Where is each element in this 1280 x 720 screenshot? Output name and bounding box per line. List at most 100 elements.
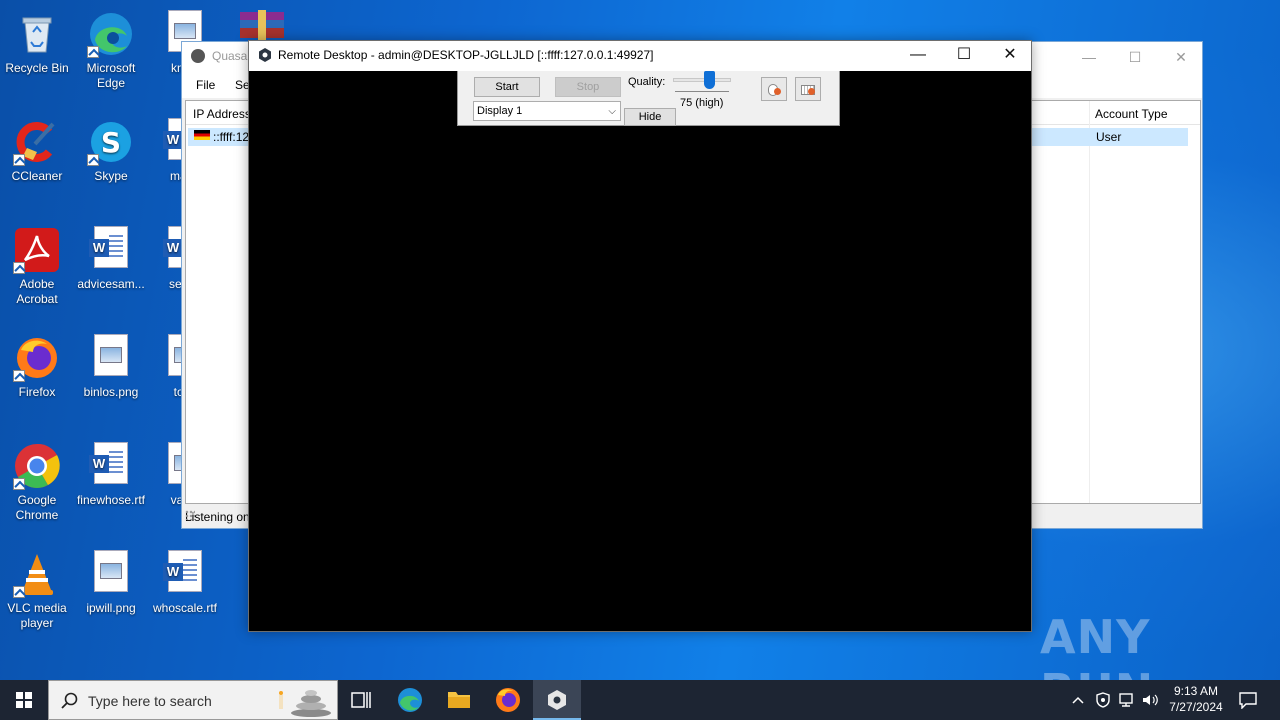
- taskbar-file-explorer-button[interactable]: [435, 680, 483, 720]
- shortcut-arrow-icon: [13, 370, 25, 382]
- keyboard-control-button[interactable]: [795, 77, 821, 101]
- desktop-icon-finewhose-rtf[interactable]: W finewhose.rtf: [74, 438, 148, 508]
- adobe-acrobat-icon: [13, 226, 61, 274]
- shortcut-arrow-icon: [87, 46, 99, 58]
- desktop-icon-recycle-bin[interactable]: Recycle Bin: [0, 6, 74, 76]
- shortcut-arrow-icon: [13, 586, 25, 598]
- desktop-icon-adobe-acrobat[interactable]: Adobe Acrobat: [0, 222, 74, 307]
- task-view-icon: [351, 692, 371, 708]
- quasar-close-button[interactable]: ✕: [1158, 42, 1204, 72]
- clock-time: 9:13 AM: [1173, 684, 1219, 698]
- shortcut-arrow-icon: [13, 262, 25, 274]
- quality-slider-thumb[interactable]: [704, 71, 715, 89]
- desktop-icon-skype[interactable]: S Skype: [74, 114, 148, 184]
- folder-icon: [448, 692, 470, 708]
- windows-logo-icon: [16, 692, 32, 708]
- defender-shield-icon[interactable]: [1094, 691, 1112, 709]
- edge-icon: [87, 10, 135, 58]
- icon-label: Adobe Acrobat: [16, 277, 58, 306]
- quasar-minimize-button[interactable]: —: [1066, 42, 1112, 72]
- disabled-dot-icon: [808, 88, 815, 95]
- chevron-down-icon: ⌵: [608, 106, 616, 117]
- word-document-icon: W: [87, 442, 135, 490]
- icon-label: CCleaner: [11, 169, 63, 183]
- display-select-value: Display 1: [477, 105, 523, 117]
- row-account-type: User: [1096, 130, 1122, 144]
- search-icon: [61, 692, 78, 709]
- quality-slider-track[interactable]: [673, 78, 731, 82]
- svg-text:S: S: [101, 126, 121, 159]
- chrome-icon: [13, 442, 61, 490]
- remote-desktop-title-bar[interactable]: Remote Desktop - admin@DESKTOP-JGLLJLD […: [249, 41, 1031, 71]
- quasar-title: Quasar: [212, 49, 252, 63]
- search-highlight-image: [279, 690, 331, 717]
- skype-icon: S: [87, 118, 135, 166]
- start-button[interactable]: Start: [474, 77, 540, 97]
- recycle-bin-icon: [13, 10, 61, 58]
- desktop-icon-firefox[interactable]: Firefox: [0, 330, 74, 400]
- quasar-maximize-button[interactable]: ☐: [1112, 42, 1158, 72]
- icon-label: VLC media player: [7, 601, 67, 630]
- maximize-button[interactable]: ☐: [941, 41, 987, 71]
- quality-label: Quality:: [628, 76, 666, 88]
- desktop-icon-vlc[interactable]: VLC media player: [0, 546, 74, 631]
- taskbar-firefox-button[interactable]: [484, 680, 532, 720]
- icon-label: Microsoft Edge: [86, 61, 136, 90]
- search-placeholder: Type here to search: [88, 693, 212, 709]
- desktop-icon-ipwill-png[interactable]: ipwill.png: [74, 546, 148, 616]
- minimize-button[interactable]: —: [895, 41, 941, 71]
- chevron-up-icon[interactable]: [1070, 692, 1086, 708]
- word-document-icon: W: [87, 226, 135, 274]
- shortcut-arrow-icon: [13, 154, 25, 166]
- column-account-type[interactable]: Account Type: [1095, 107, 1168, 121]
- column-ip-address[interactable]: IP Address: [193, 107, 251, 121]
- desktop-icon-microsoft-edge[interactable]: Microsoft Edge: [74, 6, 148, 91]
- desktop-icon-whoscale-rtf[interactable]: W whoscale.rtf: [148, 546, 222, 616]
- edge-icon: [398, 688, 422, 712]
- desktop-icon-binlos-png[interactable]: binlos.png: [74, 330, 148, 400]
- resize-grip-icon[interactable]: [185, 510, 195, 520]
- word-document-icon: W: [161, 550, 209, 598]
- mouse-control-button[interactable]: [761, 77, 787, 101]
- ccleaner-icon: [13, 118, 61, 166]
- close-button[interactable]: ✕: [987, 41, 1033, 71]
- icon-label: ipwill.png: [86, 601, 136, 615]
- taskbar-clock[interactable]: 9:13 AM 7/27/2024: [1163, 683, 1229, 715]
- icon-label: Firefox: [18, 385, 56, 399]
- quasar-app-icon: [191, 49, 205, 63]
- remote-desktop-title: Remote Desktop - admin@DESKTOP-JGLLJLD […: [278, 48, 654, 62]
- icon-label: whoscale.rtf: [152, 601, 218, 615]
- taskbar-edge-button[interactable]: [386, 680, 434, 720]
- icon-label: finewhose.rtf: [76, 493, 146, 507]
- desktop-icon-ccleaner[interactable]: CCleaner: [0, 114, 74, 184]
- notifications-icon[interactable]: [1238, 691, 1258, 709]
- taskbar-search-box[interactable]: Type here to search: [48, 680, 338, 720]
- remote-screen-view[interactable]: Start Stop Display 1 ⌵ Hide Quality: 75 …: [249, 71, 1031, 631]
- taskbar: Type here to search 9:13 AM 7/27/2024: [0, 680, 1280, 720]
- quality-slider-ticks: [675, 91, 729, 94]
- remote-control-panel: Start Stop Display 1 ⌵ Hide Quality: 75 …: [457, 71, 840, 126]
- display-select[interactable]: Display 1 ⌵: [473, 101, 621, 121]
- menu-file[interactable]: File: [196, 78, 215, 92]
- image-file-icon: [87, 550, 135, 598]
- firefox-icon: [13, 334, 61, 382]
- taskbar-quasar-button[interactable]: [533, 680, 581, 720]
- image-file-icon: [87, 334, 135, 382]
- row-ip: ::ffff:12: [213, 130, 250, 144]
- icon-label: advicesam...: [77, 277, 145, 291]
- task-view-button[interactable]: [337, 680, 385, 720]
- icon-label: Recycle Bin: [5, 61, 69, 75]
- network-icon[interactable]: [1118, 691, 1136, 709]
- volume-icon[interactable]: [1141, 691, 1159, 709]
- icon-label: binlos.png: [83, 385, 139, 399]
- remote-desktop-window: Remote Desktop - admin@DESKTOP-JGLLJLD […: [248, 40, 1032, 632]
- stop-button[interactable]: Stop: [555, 77, 621, 97]
- hide-button[interactable]: Hide: [624, 108, 676, 126]
- desktop-icon-google-chrome[interactable]: Google Chrome: [0, 438, 74, 523]
- shortcut-arrow-icon: [13, 478, 25, 490]
- desktop: Recycle Bin CCleaner Adobe Acrobat Firef…: [0, 0, 1280, 680]
- shortcut-arrow-icon: [87, 154, 99, 166]
- desktop-icon-advicesam[interactable]: W advicesam...: [74, 222, 148, 292]
- start-button[interactable]: [0, 680, 48, 720]
- winrar-icon[interactable]: [238, 10, 286, 40]
